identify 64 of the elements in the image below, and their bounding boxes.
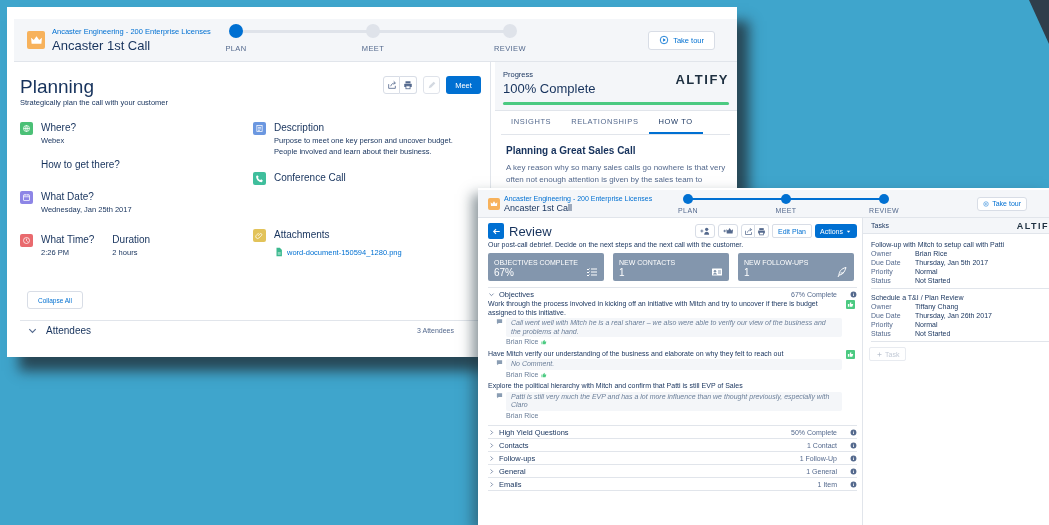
share-icon bbox=[386, 80, 397, 90]
section-title[interactable]: Attendees bbox=[46, 325, 92, 336]
info-icon bbox=[850, 480, 857, 488]
step-dot[interactable] bbox=[683, 194, 693, 204]
step-dot[interactable] bbox=[879, 194, 889, 204]
crown-icon bbox=[27, 31, 45, 49]
article-title: Planning a Great Sales Call bbox=[506, 145, 637, 156]
back-button[interactable] bbox=[488, 223, 504, 239]
step-dot[interactable] bbox=[229, 24, 243, 38]
share-icon bbox=[743, 226, 753, 236]
print-icon bbox=[757, 226, 766, 236]
play-icon bbox=[983, 200, 990, 207]
info-icon bbox=[850, 428, 857, 436]
info-icon bbox=[850, 441, 857, 449]
comment-icon bbox=[496, 391, 503, 399]
thumbs-up-icon[interactable] bbox=[846, 349, 855, 359]
step-dot[interactable] bbox=[781, 194, 791, 204]
page-title: Planning bbox=[20, 76, 95, 98]
progress-value: 100% Complete bbox=[503, 81, 596, 96]
play-icon bbox=[659, 35, 670, 45]
field-label: Attachments bbox=[274, 228, 331, 242]
crown-icon bbox=[488, 197, 500, 210]
file-icon bbox=[274, 247, 284, 257]
info-icon bbox=[850, 454, 857, 462]
stat-value: 1 bbox=[619, 267, 626, 278]
print-button[interactable] bbox=[755, 224, 769, 238]
field-label: Description bbox=[274, 121, 326, 135]
thumbs-up-icon[interactable] bbox=[846, 300, 855, 309]
checklist-icon bbox=[586, 266, 598, 278]
comment-icon bbox=[496, 359, 503, 366]
field-label: What Time? bbox=[41, 233, 95, 247]
logo: ALTIF bbox=[1016, 220, 1049, 231]
add-crown-icon bbox=[723, 226, 733, 236]
feather-icon bbox=[836, 266, 848, 278]
comment-icon bbox=[496, 318, 503, 325]
share-button[interactable] bbox=[741, 224, 755, 238]
chevron-icon[interactable] bbox=[488, 480, 495, 488]
field-label: Duration bbox=[112, 233, 151, 247]
add-contact-button[interactable] bbox=[695, 224, 715, 238]
stat-value: 67% bbox=[494, 267, 515, 278]
page-title: Review bbox=[509, 223, 552, 239]
pencil-icon bbox=[426, 80, 437, 90]
plus-icon bbox=[876, 350, 883, 358]
call-title: Ancaster 1st Call bbox=[52, 38, 152, 53]
print-icon bbox=[403, 80, 413, 90]
chevron-icon[interactable] bbox=[488, 467, 495, 475]
add-person-icon bbox=[700, 226, 710, 236]
contact-card-icon bbox=[711, 266, 723, 278]
chevron-icon[interactable] bbox=[488, 428, 495, 436]
chevron-icon[interactable] bbox=[488, 441, 495, 449]
share-button[interactable] bbox=[383, 76, 400, 94]
add-stakeholder-button[interactable] bbox=[718, 224, 738, 238]
chevron-icon[interactable] bbox=[488, 454, 495, 462]
field-label: Conference Call bbox=[274, 171, 346, 185]
stat-value: 1 bbox=[744, 267, 751, 278]
print-button[interactable] bbox=[400, 76, 417, 94]
field-subheading: How to get there? bbox=[41, 158, 120, 172]
info-icon bbox=[850, 467, 857, 475]
article-text: A key reason why so many sales calls go nowhere is that very often not enough attention is given by the sales team to bbox=[506, 162, 727, 186]
field-label: What Date? bbox=[41, 190, 95, 204]
info-icon bbox=[850, 290, 857, 298]
call-title: Ancaster 1st Call bbox=[504, 202, 574, 213]
field-label: Where? bbox=[41, 121, 77, 135]
logo: ALTIFY bbox=[675, 72, 729, 87]
